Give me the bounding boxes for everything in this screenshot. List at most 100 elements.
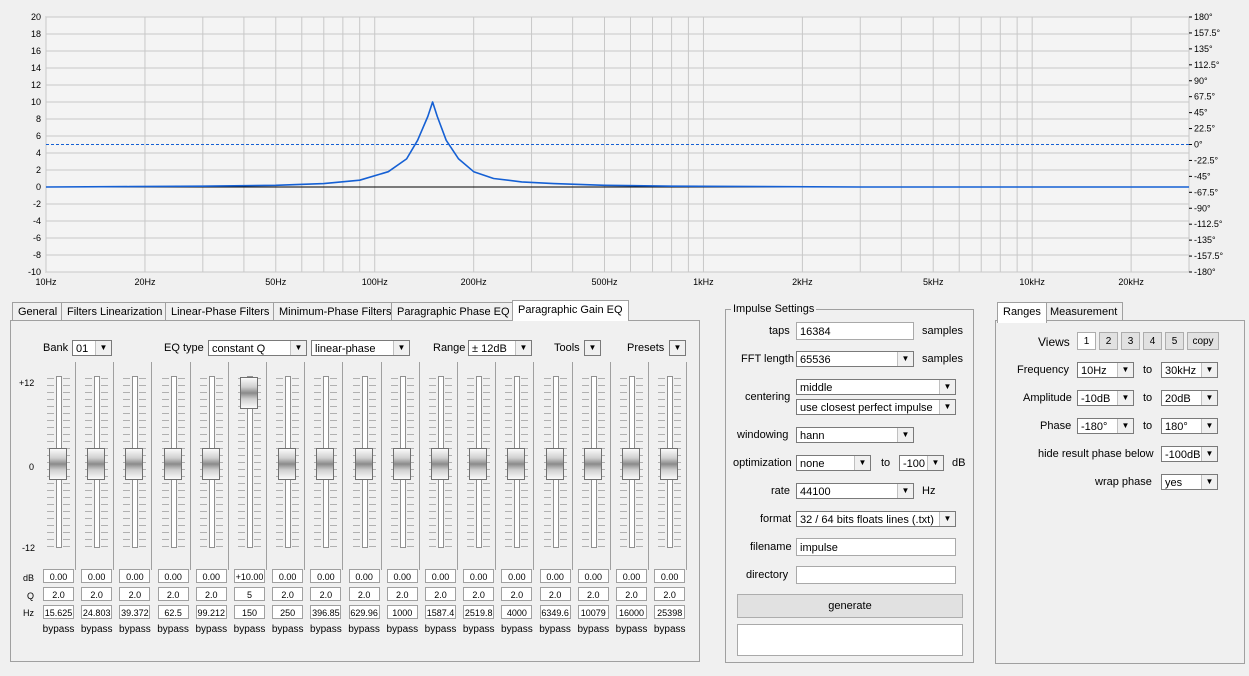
frequency-field[interactable]: 24.803 [81, 605, 113, 619]
copy-view-button[interactable]: copy [1187, 332, 1219, 350]
bypass-toggle[interactable]: bypass [652, 623, 687, 637]
phase-from-select[interactable]: -180° ▼ [1077, 418, 1134, 434]
q-field[interactable]: 2.0 [157, 587, 189, 601]
bypass-toggle[interactable]: bypass [232, 623, 267, 637]
bypass-toggle[interactable]: bypass [270, 623, 305, 637]
gain-db-field[interactable]: 0.00 [539, 569, 571, 583]
q-field[interactable]: 2.0 [539, 587, 571, 601]
frequency-field[interactable]: 150 [234, 605, 265, 619]
q-field[interactable]: 2.0 [272, 587, 304, 601]
gain-slider-thumb[interactable] [240, 377, 258, 410]
q-field[interactable]: 2.0 [195, 587, 227, 601]
taps-input[interactable]: 16384 [796, 322, 914, 340]
gain-db-field[interactable]: 0.00 [43, 569, 74, 583]
frequency-field[interactable]: 25398 [654, 605, 686, 619]
gain-slider-thumb[interactable] [49, 448, 67, 480]
bypass-toggle[interactable]: bypass [576, 623, 611, 637]
fft-length-select[interactable]: 65536 ▼ [796, 351, 914, 367]
gain-slider-thumb[interactable] [201, 448, 220, 480]
centering-select[interactable]: middle ▼ [796, 379, 956, 395]
gain-slider-thumb[interactable] [545, 448, 564, 480]
frequency-field[interactable]: 99.212 [195, 605, 227, 619]
frequency-field[interactable]: 10079 [577, 605, 609, 619]
bypass-toggle[interactable]: bypass [41, 623, 76, 637]
amplitude-to-select[interactable]: 20dB ▼ [1161, 390, 1218, 406]
frequency-from-select[interactable]: 10Hz ▼ [1077, 362, 1134, 378]
centering-mode-select[interactable]: use closest perfect impulse ▼ [796, 399, 956, 415]
gain-db-field[interactable]: 0.00 [195, 569, 227, 583]
bypass-toggle[interactable]: bypass [499, 623, 534, 637]
amplitude-from-select[interactable]: -10dB ▼ [1077, 390, 1134, 406]
bypass-toggle[interactable]: bypass [347, 623, 382, 637]
windowing-select[interactable]: hann ▼ [796, 427, 914, 443]
gain-db-field[interactable]: 0.00 [272, 569, 304, 583]
view-5-button[interactable]: 5 [1165, 332, 1184, 350]
bypass-toggle[interactable]: bypass [79, 623, 114, 637]
gain-slider-thumb[interactable] [507, 448, 526, 480]
directory-input[interactable] [796, 566, 956, 584]
gain-db-field[interactable]: 0.00 [654, 569, 686, 583]
view-3-button[interactable]: 3 [1121, 332, 1140, 350]
gain-slider-thumb[interactable] [354, 448, 373, 480]
frequency-field[interactable]: 15.625 [43, 605, 74, 619]
q-field[interactable]: 2.0 [501, 587, 533, 601]
gain-db-field[interactable]: 0.00 [463, 569, 495, 583]
gain-slider-thumb[interactable] [87, 448, 106, 480]
q-field[interactable]: 2.0 [616, 587, 647, 601]
view-4-button[interactable]: 4 [1143, 332, 1162, 350]
q-field[interactable]: 2.0 [43, 587, 74, 601]
phase-to-select[interactable]: 180° ▼ [1161, 418, 1218, 434]
gain-slider-thumb[interactable] [392, 448, 411, 480]
frequency-field[interactable]: 396.85 [310, 605, 342, 619]
bypass-toggle[interactable]: bypass [614, 623, 649, 637]
gain-db-field[interactable]: 0.00 [425, 569, 456, 583]
tab-ranges[interactable]: Ranges [997, 302, 1047, 323]
q-field[interactable]: 2.0 [425, 587, 456, 601]
gain-db-field[interactable]: 0.00 [501, 569, 533, 583]
gain-slider-thumb[interactable] [278, 448, 297, 480]
frequency-field[interactable]: 2519.8 [463, 605, 495, 619]
gain-db-field[interactable]: 0.00 [81, 569, 113, 583]
tab-measurement[interactable]: Measurement [1044, 302, 1124, 321]
q-field[interactable]: 2.0 [119, 587, 151, 601]
q-field[interactable]: 2.0 [577, 587, 609, 601]
q-field[interactable]: 2.0 [386, 587, 418, 601]
tab-paragraphic-gain-eq[interactable]: Paragraphic Gain EQ [512, 300, 629, 321]
bypass-toggle[interactable]: bypass [156, 623, 191, 637]
gain-db-field[interactable]: 0.00 [119, 569, 151, 583]
frequency-field[interactable]: 250 [272, 605, 304, 619]
q-field[interactable]: 2.0 [348, 587, 380, 601]
filename-input[interactable]: impulse [796, 538, 956, 556]
bypass-toggle[interactable]: bypass [308, 623, 343, 637]
frequency-field[interactable]: 1587.4 [425, 605, 456, 619]
gain-slider-thumb[interactable] [583, 448, 602, 480]
gain-slider-thumb[interactable] [125, 448, 144, 480]
q-field[interactable]: 2.0 [463, 587, 495, 601]
gain-slider-thumb[interactable] [660, 448, 679, 480]
optimization-db-select[interactable]: -100 ▼ [899, 455, 944, 471]
gain-db-field[interactable]: 0.00 [157, 569, 189, 583]
generate-button[interactable]: generate [737, 594, 963, 618]
hide-phase-select[interactable]: -100dB ▼ [1161, 446, 1218, 462]
frequency-field[interactable]: 4000 [501, 605, 533, 619]
bypass-toggle[interactable]: bypass [194, 623, 229, 637]
bypass-toggle[interactable]: bypass [117, 623, 152, 637]
bypass-toggle[interactable]: bypass [385, 623, 420, 637]
frequency-field[interactable]: 1000 [386, 605, 418, 619]
gain-slider-thumb[interactable] [163, 448, 182, 480]
frequency-field[interactable]: 16000 [616, 605, 647, 619]
gain-slider-thumb[interactable] [622, 448, 640, 480]
rate-select[interactable]: 44100 ▼ [796, 483, 914, 499]
q-field[interactable]: 2.0 [81, 587, 113, 601]
gain-slider-thumb[interactable] [469, 448, 488, 480]
frequency-field[interactable]: 6349.6 [539, 605, 571, 619]
wrap-phase-select[interactable]: yes ▼ [1161, 474, 1218, 490]
optimization-select[interactable]: none ▼ [796, 455, 871, 471]
q-field[interactable]: 2.0 [310, 587, 342, 601]
gain-db-field[interactable]: 0.00 [386, 569, 418, 583]
frequency-field[interactable]: 629.96 [348, 605, 380, 619]
gain-db-field[interactable]: 0.00 [348, 569, 380, 583]
frequency-field[interactable]: 39.372 [119, 605, 151, 619]
bypass-toggle[interactable]: bypass [461, 623, 496, 637]
gain-slider-thumb[interactable] [316, 448, 335, 480]
